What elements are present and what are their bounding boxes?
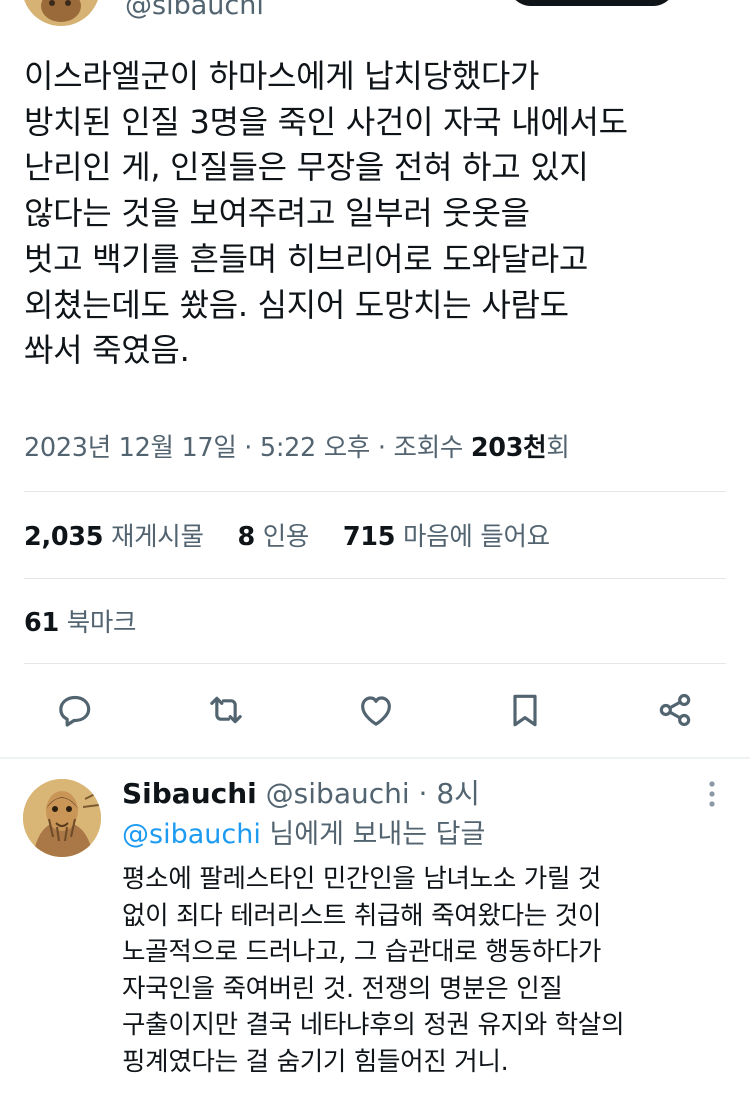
reply-button[interactable] <box>51 686 99 734</box>
share-icon <box>659 693 691 727</box>
bookmark-button[interactable] <box>501 686 549 734</box>
retweets-label: 재게시물 <box>110 522 204 552</box>
like-button[interactable] <box>352 686 400 734</box>
follow-button[interactable] <box>508 0 676 6</box>
more-button[interactable] <box>697 777 727 811</box>
divider <box>24 491 726 492</box>
reply-avatar[interactable] <box>23 779 101 857</box>
like-icon <box>361 696 391 726</box>
section-divider <box>0 757 750 759</box>
divider <box>24 663 726 664</box>
views-label: 조회수 <box>393 433 464 463</box>
replying-to-label: 님에게 보내는 답글 <box>269 819 486 850</box>
tweet-meta: 2023년 12월 17일 · 5:22 오후 · 조회수 203천회 <box>24 433 570 463</box>
reply-icon <box>59 695 91 727</box>
bookmark-icon <box>513 694 537 727</box>
bookmarks-label: 북마크 <box>66 608 137 638</box>
replying-to: @sibauchi 님에게 보내는 답글 <box>122 815 485 855</box>
reply-header: Sibauchi @sibauchi · 8시 <box>122 777 480 810</box>
reply-author-handle[interactable]: @sibauchi <box>266 777 410 810</box>
quotes-label: 인용 <box>262 522 310 552</box>
retweet-icon <box>210 696 242 724</box>
quotes-count: 8 <box>237 522 255 552</box>
quotes-stat[interactable]: 8 인용 <box>237 517 309 557</box>
divider <box>24 578 726 579</box>
views-count: 203천 <box>470 433 547 463</box>
bookmarks-count: 61 <box>24 608 59 638</box>
engagement-stats: 2,035 재게시물 8 인용 715 마음에 들어요 <box>24 517 576 557</box>
tweet-text: 이스라엘군이 하마스에게 납치당했다가 방치된 인질 3명을 죽인 사건이 자국… <box>24 57 628 370</box>
likes-count: 715 <box>342 522 396 552</box>
tweet-time[interactable]: 5:22 오후 <box>260 433 371 463</box>
views-suffix: 회 <box>546 433 570 463</box>
retweets-count: 2,035 <box>24 522 104 552</box>
likes-label: 마음에 들어요 <box>403 522 550 552</box>
bookmarks-stat[interactable]: 61 북마크 <box>24 603 136 643</box>
retweet-button[interactable] <box>202 686 250 734</box>
likes-stat[interactable]: 715 마음에 들어요 <box>343 517 550 557</box>
reply-time[interactable]: 8시 <box>436 777 480 810</box>
more-icon <box>709 781 715 807</box>
reply-text: 평소에 팔레스타인 민간인을 남녀노소 가릴 것 없이 죄다 테러리스트 취급해… <box>122 864 625 1077</box>
replying-to-mention[interactable]: @sibauchi <box>122 819 261 850</box>
action-bar <box>0 686 750 738</box>
share-button[interactable] <box>651 686 699 734</box>
retweets-stat[interactable]: 2,035 재게시물 <box>24 517 204 557</box>
reply-author-name[interactable]: Sibauchi <box>122 777 257 810</box>
author-avatar[interactable] <box>22 0 100 26</box>
tweet-date[interactable]: 2023년 12월 17일 <box>24 433 237 463</box>
author-handle[interactable]: @sibauchi <box>125 0 264 22</box>
